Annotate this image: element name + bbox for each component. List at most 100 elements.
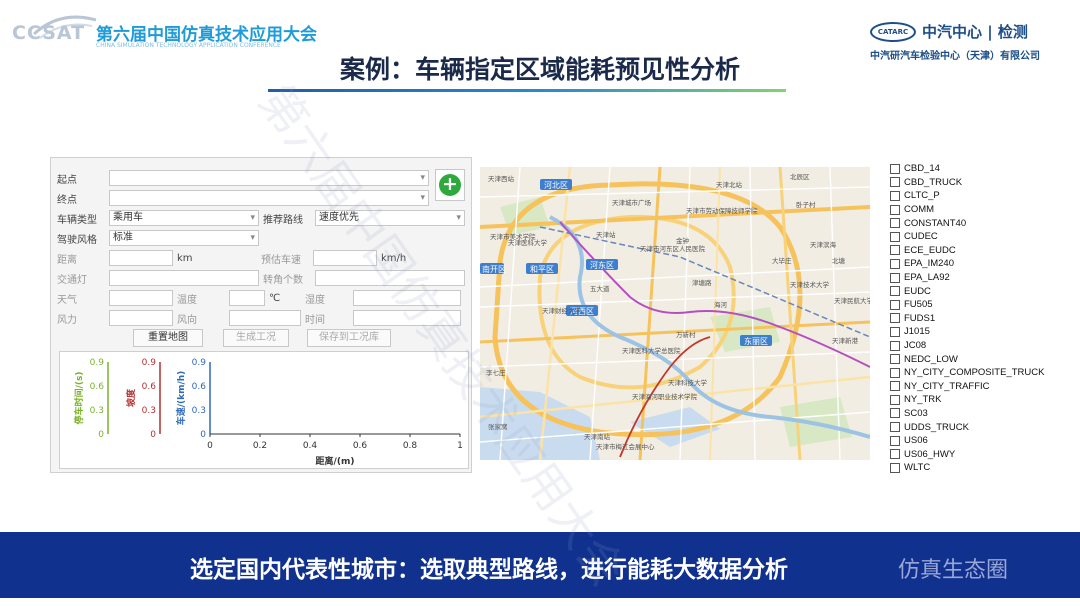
save-cycle-button[interactable]: 保存到工况库	[307, 329, 391, 347]
cycle-item[interactable]: FU505	[890, 298, 1060, 312]
time-field[interactable]	[353, 310, 461, 326]
wind-force-label: 风力	[57, 314, 77, 326]
district-badge-nankai: 南开区	[482, 264, 506, 274]
cycle-label: UDDS_TRUCK	[904, 421, 969, 433]
cycle-checkbox[interactable]	[890, 163, 900, 174]
page-title: 案例：车辆指定区域能耗预见性分析	[339, 55, 740, 84]
cycle-checkbox[interactable]	[890, 313, 900, 324]
cycle-item[interactable]: CONSTANT40	[890, 216, 1060, 230]
generate-cycle-button[interactable]: 生成工况	[223, 329, 289, 347]
cycle-item[interactable]: CLTC_P	[890, 189, 1060, 203]
cycle-label: COMM	[904, 204, 935, 216]
cycle-item[interactable]: EPA_LA92	[890, 271, 1060, 285]
district-badge-hebei: 河北区	[544, 180, 568, 190]
cycle-checkbox[interactable]	[890, 177, 900, 188]
cycle-checkbox[interactable]	[890, 258, 900, 269]
map-place-label: 天津海河职业技术学院	[632, 392, 698, 401]
cycle-label: US06_HWY	[904, 448, 956, 460]
vehicle-type-label: 车辆类型	[57, 214, 97, 226]
map-place-label: 天津民航大学	[834, 296, 870, 305]
banner-text: 选定国内代表性城市：选取典型路线，进行能耗大数据分析	[190, 557, 788, 583]
cycle-checkbox[interactable]	[890, 381, 900, 392]
wind-force-field[interactable]	[109, 310, 173, 326]
cycle-checkbox[interactable]	[890, 449, 900, 460]
cycle-item[interactable]: US06	[890, 434, 1060, 448]
weather-field[interactable]	[109, 290, 173, 306]
map-place-label: 天津科技大学	[668, 378, 708, 387]
route-select[interactable]: 速度优先	[315, 210, 465, 226]
cycle-item[interactable]: COMM	[890, 203, 1060, 217]
reset-map-button[interactable]: 重置地图	[133, 329, 203, 347]
cycle-item[interactable]: EUDC	[890, 284, 1060, 298]
cycle-checkbox[interactable]	[890, 299, 900, 310]
cycle-item[interactable]: CUDEC	[890, 230, 1060, 244]
cycle-checkbox[interactable]	[890, 218, 900, 229]
cycle-checkbox[interactable]	[890, 326, 900, 337]
end-row: 终点	[57, 189, 429, 207]
cycle-checkbox[interactable]	[890, 367, 900, 378]
cycle-label: NEDC_LOW	[904, 353, 958, 365]
map-place-label: 天津市河东区人民医院	[640, 244, 706, 253]
cycle-item[interactable]: NEDC_LOW	[890, 352, 1060, 366]
bottom-banner: 选定国内代表性城市：选取典型路线，进行能耗大数据分析 仿真生态圈	[0, 532, 1080, 598]
map-place-label: 大毕庄	[772, 256, 792, 265]
wind-dir-label: 风向	[177, 314, 197, 326]
cycle-checkbox[interactable]	[890, 245, 900, 256]
distance-field[interactable]	[109, 250, 173, 266]
add-waypoint-button[interactable]: +	[435, 169, 465, 201]
cycle-item[interactable]: J1015	[890, 325, 1060, 339]
traffic-light-label: 交通灯	[57, 274, 87, 286]
cycle-checkbox[interactable]	[890, 354, 900, 365]
map-place-label: 天津医科大学总医院	[622, 346, 681, 355]
title-underline	[268, 89, 786, 92]
cycle-checkbox[interactable]	[890, 340, 900, 351]
cycle-item[interactable]: SC03	[890, 407, 1060, 421]
vehicle-type-select[interactable]: 乘用车	[109, 210, 259, 226]
cycle-checkbox[interactable]	[890, 435, 900, 446]
cycle-item[interactable]: NY_CITY_TRAFFIC	[890, 380, 1060, 394]
cycle-label: CONSTANT40	[904, 217, 967, 229]
turn-count-field[interactable]	[315, 270, 465, 286]
road	[480, 186, 870, 198]
time-label: 时间	[305, 314, 325, 326]
cycle-checkbox[interactable]	[890, 204, 900, 215]
cycle-label: WLTC	[904, 462, 931, 474]
est-speed-field[interactable]	[313, 250, 377, 266]
cycle-item[interactable]: JC08	[890, 339, 1060, 353]
temperature-label: 温度	[177, 294, 197, 306]
cycle-checkbox[interactable]	[890, 272, 900, 283]
cycle-item[interactable]: CBD_TRUCK	[890, 176, 1060, 190]
traffic-light-field[interactable]	[109, 270, 259, 286]
y-tick-label: 0.3	[142, 406, 156, 416]
wind-dir-field[interactable]	[229, 310, 301, 326]
driving-style-select[interactable]: 标准	[109, 230, 259, 246]
profile-chart-svg: 0 0.2 0.4 0.6 0.8 1距离/(m)00.30.60.9停车时间/(s)00…	[73, 358, 463, 467]
cycle-checkbox[interactable]	[890, 190, 900, 201]
start-input[interactable]	[109, 170, 429, 186]
cycle-checkbox[interactable]	[890, 462, 900, 473]
humidity-field[interactable]	[353, 290, 461, 306]
cycle-item[interactable]: NY_CITY_COMPOSITE_TRUCK	[890, 366, 1060, 380]
cycle-item[interactable]: ECE_EUDC	[890, 244, 1060, 258]
route-analysis-panel: 起点 终点 + 车辆类型 乘用车 推荐路线 速度优先 驾驶风格 标准 距离 km…	[50, 157, 472, 473]
cycle-item[interactable]: NY_TRK	[890, 393, 1060, 407]
cycle-checkbox[interactable]	[890, 231, 900, 242]
y-tick-label: 0	[150, 430, 156, 440]
end-input[interactable]	[109, 190, 429, 206]
cycle-checkbox[interactable]	[890, 422, 900, 433]
cycle-item[interactable]: UDDS_TRUCK	[890, 420, 1060, 434]
map-place-label: 海河	[714, 300, 728, 309]
y-tick-label: 0	[200, 430, 206, 440]
cycle-item[interactable]: WLTC	[890, 461, 1060, 475]
cycle-checkbox[interactable]	[890, 286, 900, 297]
city-map[interactable]: 河北区 和平区 河东区 河西区 东丽区 南开区 天津西站 天津城市广场 北辰区 天津市…	[480, 167, 870, 460]
cycle-item[interactable]: EPA_IM240	[890, 257, 1060, 271]
x-tick-label: 0.2	[253, 441, 267, 451]
y-axis-label: 车速/(km/h)	[175, 371, 187, 426]
cycle-checkbox[interactable]	[890, 408, 900, 419]
cycle-checkbox[interactable]	[890, 394, 900, 405]
cycle-item[interactable]: FUDS1	[890, 312, 1060, 326]
cycle-item[interactable]: US06_HWY	[890, 447, 1060, 461]
cycle-item[interactable]: CBD_14	[890, 162, 1060, 176]
temperature-field[interactable]	[229, 290, 265, 306]
